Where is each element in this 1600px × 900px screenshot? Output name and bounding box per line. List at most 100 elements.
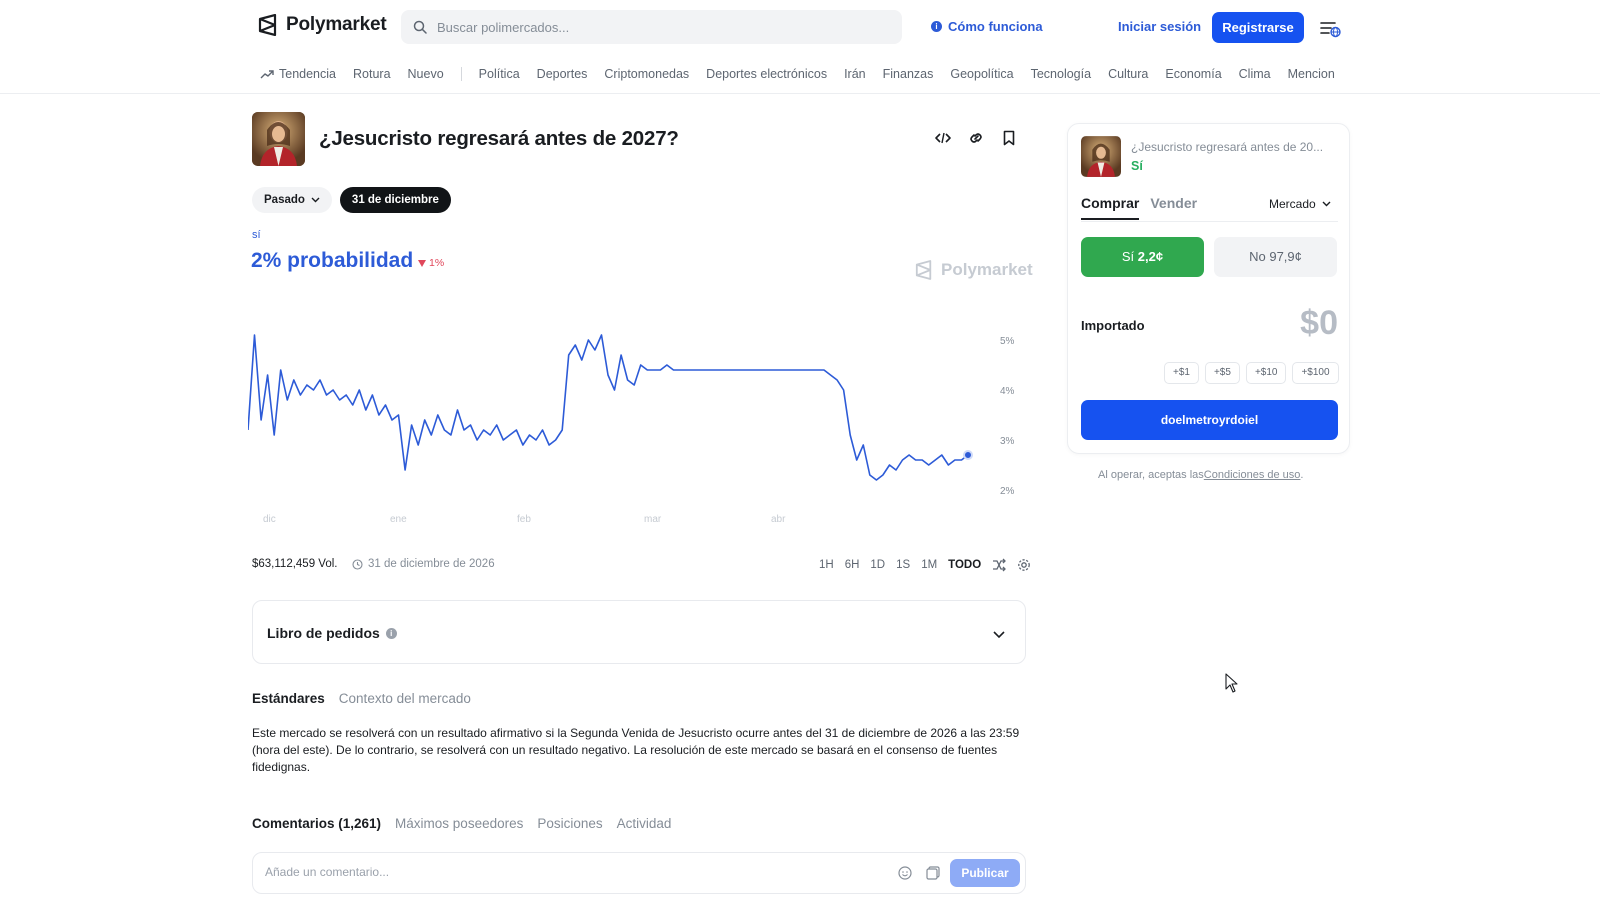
no-outcome-button[interactable]: No 97,9¢ [1214,237,1337,277]
chip-add-1[interactable]: +$1 [1164,362,1199,384]
orderbook-panel[interactable]: Libro de pedidos i [252,600,1026,664]
yes-label: Sí [1121,249,1135,264]
how-it-works-link[interactable]: i Cómo funciona [931,19,1043,34]
past-dates-label: Pasado [264,194,305,206]
order-type-dropdown[interactable]: Mercado [1269,197,1331,211]
down-arrow-icon [418,259,426,267]
comment-input[interactable] [265,865,865,879]
rules-description: Este mercado se resolverá con un resulta… [252,726,1020,774]
probability-change: 1% [418,257,444,269]
comment-composer: Publicar [252,852,1026,894]
register-button[interactable]: Registrarse [1212,12,1304,43]
nav-item-culture[interactable]: Cultura [1108,67,1148,81]
chip-add-10[interactable]: +$10 [1245,362,1287,384]
nav-item-iran[interactable]: Irán [844,67,866,81]
change-value: 1% [429,257,445,269]
terms-link[interactable]: Condiciones de uso [1204,469,1301,481]
quick-amount-chips: +$1 +$5 +$10 +$100 [1164,362,1339,384]
range-1w[interactable]: 1S [896,559,910,571]
nav-item-climate[interactable]: Clima [1239,67,1271,81]
y-tick-label: 5% [1000,336,1015,347]
tab-sell[interactable]: Vender [1150,195,1197,220]
x-tick-label: dic [263,514,276,525]
nav-item-trending[interactable]: Tendencia [260,67,336,81]
emoji-icon[interactable] [897,865,913,881]
range-6h[interactable]: 6H [845,559,860,571]
chevron-down-icon [1322,201,1331,207]
nav-item-crypto[interactable]: Criptomonedas [604,67,689,81]
terms-notice: Al operar, aceptas lasCondiciones de uso… [1098,469,1303,481]
y-tick-label: 2% [1000,486,1015,497]
outcome-label: sí [252,229,261,241]
trade-submit-button[interactable]: doelmetroyrdoiel [1081,400,1338,440]
divider [1081,221,1338,222]
shuffle-icon[interactable] [992,558,1007,572]
range-1m[interactable]: 1M [921,559,937,571]
nav-divider [460,67,462,81]
login-link[interactable]: Iniciar sesión [1118,19,1201,34]
nav-item-politics[interactable]: Política [479,67,520,81]
settings-gear-icon[interactable] [1017,558,1031,572]
x-tick-label: mar [644,514,662,525]
tab-top-holders[interactable]: Máximos poseedores [395,816,523,831]
embed-code-icon[interactable] [934,129,952,147]
tab-market-context[interactable]: Contexto del mercado [339,691,471,706]
end-date-label: 31 de diciembre de 2026 [368,558,495,570]
nav-item-esports[interactable]: Deportes electrónicos [706,67,827,81]
date-pill-selected[interactable]: 31 de diciembre [339,187,451,213]
chip-add-5[interactable]: +$5 [1204,362,1240,384]
trade-portrait-image [1081,136,1121,177]
price-chart[interactable]: 5% 4% 3% 2% dic ene feb mar abr [248,320,1028,530]
yes-outcome-button[interactable]: Sí 2,2¢ [1081,237,1204,277]
range-all[interactable]: TODO [948,559,981,571]
trade-market-image [1081,136,1121,177]
search-icon [413,20,427,34]
clock-icon [352,558,363,570]
link-icon[interactable] [967,129,985,147]
past-dates-dropdown[interactable]: Pasado [252,187,332,213]
tab-positions[interactable]: Posiciones [537,816,602,831]
nav-item-tech[interactable]: Tecnología [1031,67,1091,81]
x-tick-label: ene [390,514,407,525]
logo[interactable]: Polymarket [258,14,387,36]
image-attach-icon[interactable] [925,865,941,881]
nav-item-sports[interactable]: Deportes [537,67,588,81]
tab-buy[interactable]: Comprar [1081,195,1140,220]
nav-item-geopolitics[interactable]: Geopolítica [950,67,1013,81]
series-line [248,334,969,481]
y-tick-label: 3% [1000,436,1015,447]
nav-item-finance[interactable]: Finanzas [883,67,934,81]
terms-suffix: . [1300,469,1304,481]
search-bar[interactable] [401,10,902,44]
menu-globe-icon[interactable] [1319,17,1341,39]
market-title: ¿Jesucristo regresará antes de 2027? [319,127,679,150]
bookmark-icon[interactable] [1000,129,1018,147]
volume: $63,112,459 Vol. [252,558,338,570]
watermark-text: Polymarket [941,260,1033,279]
nav-item-new[interactable]: Nuevo [408,67,444,81]
end-date: 31 de diciembre de 2026 [352,558,495,570]
range-1d[interactable]: 1D [870,559,885,571]
market-image [252,112,305,166]
range-1h[interactable]: 1H [819,559,834,571]
search-input[interactable] [437,19,857,35]
chevron-down-icon [311,197,320,203]
publish-button[interactable]: Publicar [950,859,1020,887]
chevron-down-icon[interactable] [991,626,1007,642]
tab-comments[interactable]: Comentarios (1,261) [252,816,381,831]
terms-prefix: Al operar, aceptas las [1098,469,1204,481]
orderbook-title: Libro de pedidos [267,625,380,641]
yes-price: 2,2¢ [1137,249,1164,264]
amount-input[interactable]: $0 [1258,304,1338,343]
tab-activity[interactable]: Actividad [617,816,672,831]
nav-item-mentions[interactable]: Mencion [1288,67,1335,81]
chip-add-100[interactable]: +$100 [1292,362,1339,384]
trade-panel: ¿Jesucristo regresará antes de 20... Sí … [1067,123,1350,454]
nav-item-breaking[interactable]: Rotura [353,67,391,81]
tab-rules[interactable]: Estándares [252,691,325,706]
nav-item-economy[interactable]: Economía [1165,67,1221,81]
market-portrait-image [252,112,305,166]
info-icon[interactable]: i [385,627,397,639]
orderbook-header: Libro de pedidos i [267,625,397,641]
amount-label: Importado [1081,318,1145,333]
